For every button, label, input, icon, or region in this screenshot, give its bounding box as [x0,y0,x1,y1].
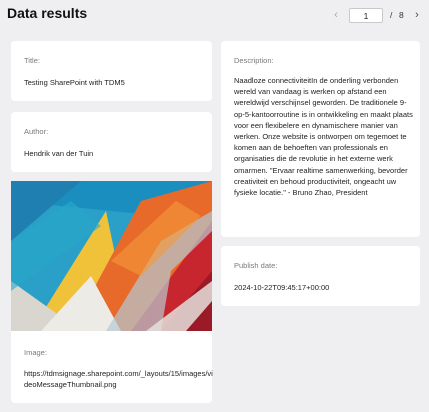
page-separator: / [390,10,393,20]
image-label: Image: [24,348,47,357]
description-value: Naadloze connectiviteitIn de onderling v… [234,76,413,198]
chevron-left-icon[interactable]: ‹ [331,8,341,22]
publish-date-value: 2024-10-22T09:45:17+00:00 [234,283,330,292]
title-card: Title: Testing SharePoint with TDM5 [11,41,212,101]
author-label: Author: [24,127,49,136]
chevron-right-icon[interactable]: › [412,8,422,22]
description-card: Description: Naadloze connectiviteitIn d… [221,41,420,237]
page-total: 8 [399,10,404,20]
description-label: Description: [234,56,274,65]
author-card: Author: Hendrik van der Tuin [11,112,212,172]
author-value: Hendrik van der Tuin [24,149,94,158]
page-number-input[interactable] [349,8,383,23]
title-value: Testing SharePoint with TDM5 [24,78,125,87]
publish-date-label: Publish date: [234,261,278,270]
page-title: Data results [7,5,88,21]
image-url-value: https://tdmsignage.sharepoint.com/_layou… [24,369,213,390]
title-label: Title: [24,56,40,65]
thumbnail-image [11,181,212,331]
publish-date-card: Publish date: 2024-10-22T09:45:17+00:00 [221,246,420,306]
